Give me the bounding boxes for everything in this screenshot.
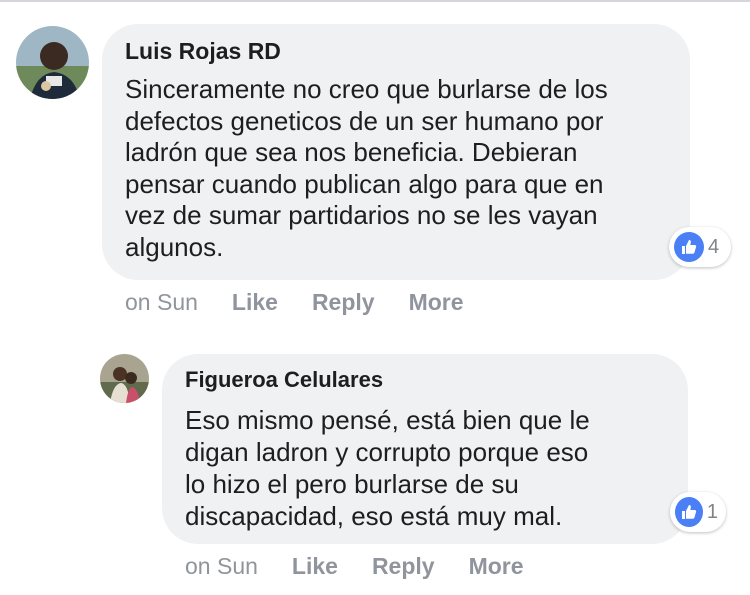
comment-text-line: pensar cuando publican algo para que en: [125, 168, 604, 199]
comment-text-line: algunos.: [125, 231, 224, 262]
comment-timestamp[interactable]: on Sun: [185, 553, 258, 580]
comment-text-line: digan ladron y corrupto porque eso: [185, 437, 589, 467]
reaction-summary[interactable]: 4: [669, 227, 731, 267]
like-icon: [674, 232, 704, 262]
more-button[interactable]: More: [409, 289, 464, 316]
reply-button[interactable]: Reply: [312, 289, 375, 316]
comment-actions: on Sun Like Reply More: [125, 289, 464, 316]
reaction-count: 1: [706, 500, 718, 523]
like-icon: [675, 497, 703, 527]
comment-text-line: lo hizo el pero burlarse de su: [185, 469, 519, 499]
comment-text-line: defectos geneticos de un ser humano por: [125, 105, 604, 136]
comment-author[interactable]: Figueroa Celulares: [185, 367, 383, 393]
avatar-luis-rojas[interactable]: [16, 26, 89, 99]
comment-text-line: ladrón que sea nos beneficia. Debieran: [125, 137, 578, 167]
like-button[interactable]: Like: [232, 289, 278, 316]
comment-author[interactable]: Luis Rojas RD: [125, 38, 281, 65]
comment-text-line: discapacidad, eso está muy mal.: [185, 501, 563, 531]
reply-button[interactable]: Reply: [372, 553, 435, 580]
reaction-summary[interactable]: 1: [670, 492, 726, 532]
comment-timestamp[interactable]: on Sun: [125, 289, 198, 316]
comment-text: Eso mismo pensé, está bien que le digan …: [185, 404, 590, 532]
avatar-figueroa-celulares[interactable]: [100, 354, 149, 403]
comment-text: Sinceramente no creo que burlarse de los…: [125, 74, 608, 263]
comment-text-line: vez de sumar partidarios no se les vayan: [125, 200, 598, 230]
top-divider: [0, 0, 750, 2]
comment-text-line: Eso mismo pensé, está bien que le: [185, 405, 590, 435]
like-button[interactable]: Like: [292, 553, 338, 580]
reaction-count: 4: [708, 235, 720, 258]
comment-text-line: Sinceramente no creo que burlarse de los: [125, 74, 608, 104]
comment-actions: on Sun Like Reply More: [185, 553, 524, 580]
more-button[interactable]: More: [469, 553, 524, 580]
